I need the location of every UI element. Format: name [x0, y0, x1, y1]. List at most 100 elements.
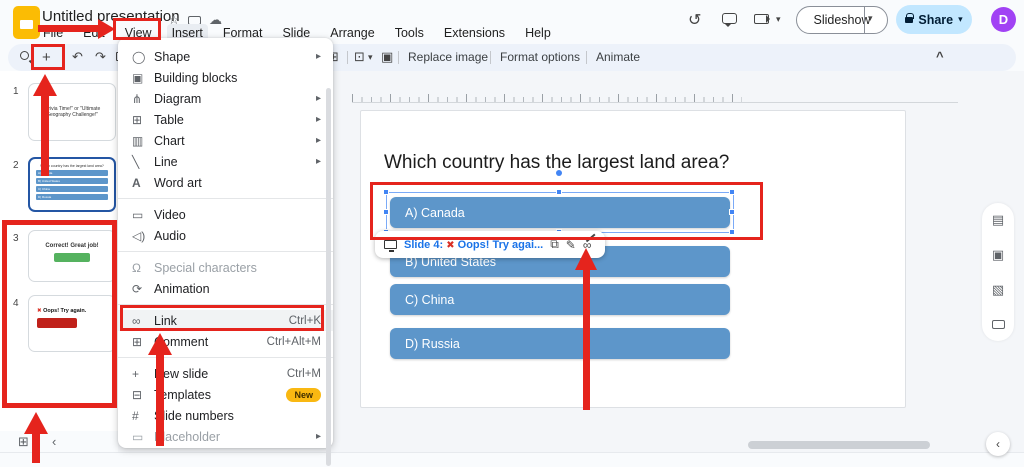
annotation-arrow-plus [41, 95, 49, 176]
ruler-major-ticks [352, 94, 742, 102]
folder-icon[interactable] [992, 317, 1005, 332]
contacts-icon[interactable]: ▣ [992, 247, 1004, 263]
slide-number: 2 [13, 160, 19, 171]
menu-item-templates[interactable]: ⊟ Templates New [118, 384, 333, 405]
annotation-arrowhead [98, 19, 115, 39]
animate-button[interactable]: Animate [596, 50, 640, 64]
menu-item-table[interactable]: ⊞ Table ▸ [118, 109, 333, 130]
diagram-icon: ⋔ [132, 92, 154, 106]
replace-image-button[interactable]: Replace image [408, 50, 488, 64]
menu-divider [118, 357, 333, 358]
comments-icon[interactable] [722, 13, 737, 24]
annotation-box-plus [31, 44, 65, 70]
annotation-arrowhead [148, 333, 172, 355]
annotation-box-thumbnails [2, 220, 117, 408]
menu-help[interactable]: Help [520, 24, 556, 42]
annotation-arrow-tooltip [583, 269, 590, 410]
menu-item-chart[interactable]: ▥ Chart ▸ [118, 130, 333, 151]
horizontal-scrollbar[interactable] [748, 441, 930, 449]
menu-arrange[interactable]: Arrange [325, 24, 379, 42]
menu-item-animation[interactable]: ⟳ Animation [118, 278, 333, 299]
slideshow-caret-icon[interactable]: ▾ [868, 13, 873, 24]
animation-icon: ⟳ [132, 282, 154, 296]
special-characters-icon: Ω [132, 261, 154, 275]
google-slides-app: Untitled presentation ☆ ☁ File Edit View… [0, 0, 1024, 467]
answer-option-d[interactable]: D) Russia [390, 328, 730, 359]
menu-scrollbar[interactable] [326, 88, 331, 466]
maps-icon[interactable]: ▧ [992, 282, 1004, 298]
toolbar-divider [490, 51, 491, 64]
bottom-bar [0, 452, 1024, 467]
undo-icon[interactable]: ↶ [72, 49, 83, 65]
shape-icon: ◯ [132, 50, 154, 64]
chart-icon: ▥ [132, 134, 154, 148]
meet-camera-icon[interactable] [754, 14, 769, 24]
annotation-box-insert [113, 18, 161, 40]
format-options-button[interactable]: Format options [500, 50, 580, 64]
meet-caret-icon[interactable]: ▾ [776, 14, 781, 25]
ruler-baseline [352, 102, 958, 103]
line-icon: ╲ [132, 155, 154, 169]
menu-divider [118, 198, 333, 199]
link-target-text[interactable]: Slide 4: ✖ Oops! Try agai... [404, 239, 543, 251]
thumb2-bar: D) Russia [36, 194, 108, 200]
new-slide-icon: + [132, 367, 154, 381]
annotation-arrow-insert [38, 25, 98, 32]
redo-icon[interactable]: ↷ [95, 49, 106, 65]
slide-link-icon [384, 240, 397, 249]
toolbar-divider [398, 51, 399, 64]
menu-extensions[interactable]: Extensions [439, 24, 510, 42]
submenu-arrow-icon: ▸ [316, 135, 321, 146]
menu-item-word-art[interactable]: A Word art [118, 172, 333, 193]
menu-item-slide-numbers[interactable]: # Slide numbers [118, 405, 333, 426]
mask-image-icon[interactable]: ▣ [381, 49, 393, 65]
annotation-arrow-link [156, 354, 164, 446]
annotation-arrowhead [33, 74, 57, 96]
slideshow-button[interactable]: Slideshow [796, 6, 888, 34]
audio-icon: ◁) [132, 229, 154, 243]
version-history-icon[interactable]: ↺ [688, 10, 701, 30]
new-badge: New [286, 388, 321, 402]
share-caret-icon: ▾ [958, 14, 963, 25]
collapse-filmstrip-icon[interactable]: ‹ [52, 434, 56, 449]
menu-item-line[interactable]: ╲ Line ▸ [118, 151, 333, 172]
thumb2-bar: B) United States [36, 178, 108, 184]
account-avatar[interactable]: D [991, 7, 1016, 32]
annotation-box-answer [370, 182, 763, 240]
annotation-arrow-thumbnails [32, 433, 40, 463]
menu-item-building-blocks[interactable]: ▣ Building blocks [118, 67, 333, 88]
menu-item-diagram[interactable]: ⋔ Diagram ▸ [118, 88, 333, 109]
annotation-arrowhead [24, 412, 48, 434]
rotate-handle[interactable] [556, 170, 562, 176]
menu-divider [118, 251, 333, 252]
side-panel: ▤ ▣ ▧ [982, 203, 1014, 341]
menu-tools[interactable]: Tools [390, 24, 429, 42]
grid-view-icon[interactable]: ⊞ [18, 434, 29, 450]
slide-numbers-icon: # [132, 409, 154, 423]
share-button[interactable]: Share ▾ [896, 5, 972, 34]
search-menus-icon[interactable] [20, 51, 29, 60]
share-label: Share [918, 13, 953, 27]
video-icon: ▭ [132, 208, 154, 222]
menu-item-placeholder: ▭ Placeholder ▸ [118, 426, 333, 447]
menu-item-shape[interactable]: ◯ Shape ▸ [118, 46, 333, 67]
lock-icon [905, 17, 913, 23]
x-emoji-icon: ✖ [446, 240, 454, 251]
submenu-arrow-icon: ▸ [316, 431, 321, 442]
hide-side-panel-button[interactable]: ‹ [986, 432, 1010, 456]
menu-item-new-slide[interactable]: + New slide Ctrl+M [118, 363, 333, 384]
menu-item-video[interactable]: ▭ Video [118, 204, 333, 225]
keep-note-icon[interactable]: ▤ [992, 212, 1004, 228]
menu-item-audio[interactable]: ◁) Audio [118, 225, 333, 246]
crop-image-icon[interactable]: ⊡ [354, 49, 365, 65]
insert-menu: ◯ Shape ▸ ▣ Building blocks ⋔ Diagram ▸ … [118, 38, 333, 448]
toolbar-divider [586, 51, 587, 64]
slide-number: 1 [13, 86, 19, 97]
crop-caret-icon[interactable]: ▾ [368, 52, 373, 63]
answer-option-c[interactable]: C) China [390, 284, 730, 315]
toolbar-divider [347, 51, 348, 64]
table-icon: ⊞ [132, 113, 154, 127]
collapse-toolbar-icon[interactable]: ^ [936, 49, 944, 64]
slides-logo[interactable] [13, 6, 40, 39]
menu-item-special-characters: Ω Special characters [118, 257, 333, 278]
